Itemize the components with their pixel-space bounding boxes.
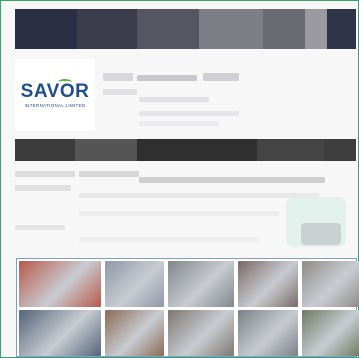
gallery-thumbnail[interactable] [302, 310, 359, 356]
blurred-text [203, 73, 239, 81]
logo-o-letter: O [57, 79, 76, 102]
bar-segment [137, 139, 257, 161]
bar-segment [257, 139, 324, 161]
blurred-text [79, 211, 279, 216]
blurred-text [139, 111, 239, 116]
nav-segment[interactable] [77, 9, 137, 49]
nav-segment[interactable] [305, 9, 327, 49]
logo-swoosh-icon [57, 79, 72, 85]
gallery-thumbnail[interactable] [168, 310, 234, 356]
section-header-bar [15, 139, 356, 161]
bar-segment [15, 139, 75, 161]
blurred-text [79, 193, 319, 198]
company-logo[interactable]: SAV OR INTERNATIONAL LIMITED [15, 59, 95, 131]
nav-segment[interactable] [137, 9, 199, 49]
blurred-text [103, 73, 133, 81]
logo-wordmark: SAV OR [20, 79, 90, 102]
gallery-thumbnail[interactable] [238, 310, 298, 356]
blurred-text [139, 177, 325, 183]
blurred-text [79, 171, 139, 177]
logo-text-part: SAV [20, 81, 60, 102]
logo-subtitle: INTERNATIONAL LIMITED [24, 103, 86, 108]
nav-segment[interactable] [15, 9, 77, 49]
gallery-thumbnail[interactable] [19, 310, 101, 356]
blurred-text [139, 121, 219, 126]
gallery-thumbnail[interactable] [19, 261, 101, 307]
blurred-text [137, 75, 197, 81]
blurred-text [15, 225, 65, 230]
gallery-thumbnail[interactable] [238, 261, 298, 307]
action-button[interactable] [301, 223, 341, 245]
blurred-text [15, 171, 75, 177]
top-navigation-bar[interactable] [15, 9, 356, 49]
blurred-text [139, 97, 209, 102]
blurred-text [103, 89, 137, 95]
nav-segment[interactable] [199, 9, 263, 49]
blurred-text [15, 185, 71, 191]
gallery-thumbnail[interactable] [168, 261, 234, 307]
blurred-header-content [99, 53, 356, 133]
nav-segment[interactable] [263, 9, 305, 49]
photo-gallery [16, 258, 359, 357]
logo-text-part: R [75, 81, 90, 102]
blurred-text [79, 237, 259, 242]
nav-segment[interactable] [327, 9, 356, 49]
bar-segment [75, 139, 137, 161]
gallery-thumbnail[interactable] [302, 261, 359, 307]
bar-segment [324, 139, 356, 161]
page-frame: SAV OR INTERNATIONAL LIMITED [0, 0, 359, 358]
gallery-thumbnail[interactable] [105, 261, 164, 307]
gallery-thumbnail[interactable] [105, 310, 164, 356]
